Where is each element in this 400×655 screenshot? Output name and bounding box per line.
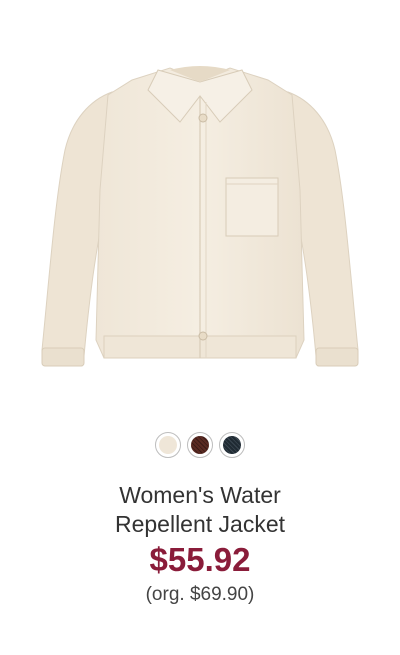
sale-price: $55.92	[149, 541, 251, 578]
swatch-navy-check[interactable]	[219, 432, 245, 458]
color-swatches	[0, 432, 400, 458]
product-name-line2: Repellent Jacket	[114, 511, 286, 537]
product-card[interactable]: Women's Water Repellent Jacket $55.92 (o…	[0, 0, 400, 655]
swatch-brown-stripe[interactable]	[187, 432, 213, 458]
product-name-line1: Women's Water	[119, 482, 281, 508]
swatch-navy-check-color	[223, 436, 241, 454]
swatch-ivory[interactable]	[155, 432, 181, 458]
product-image[interactable]	[20, 40, 380, 410]
product-name[interactable]: Women's Water Repellent Jacket	[0, 481, 400, 539]
swatch-brown-stripe-color	[191, 436, 209, 454]
swatch-ivory-color	[159, 436, 177, 454]
original-price: (org. $69.90)	[145, 584, 255, 605]
